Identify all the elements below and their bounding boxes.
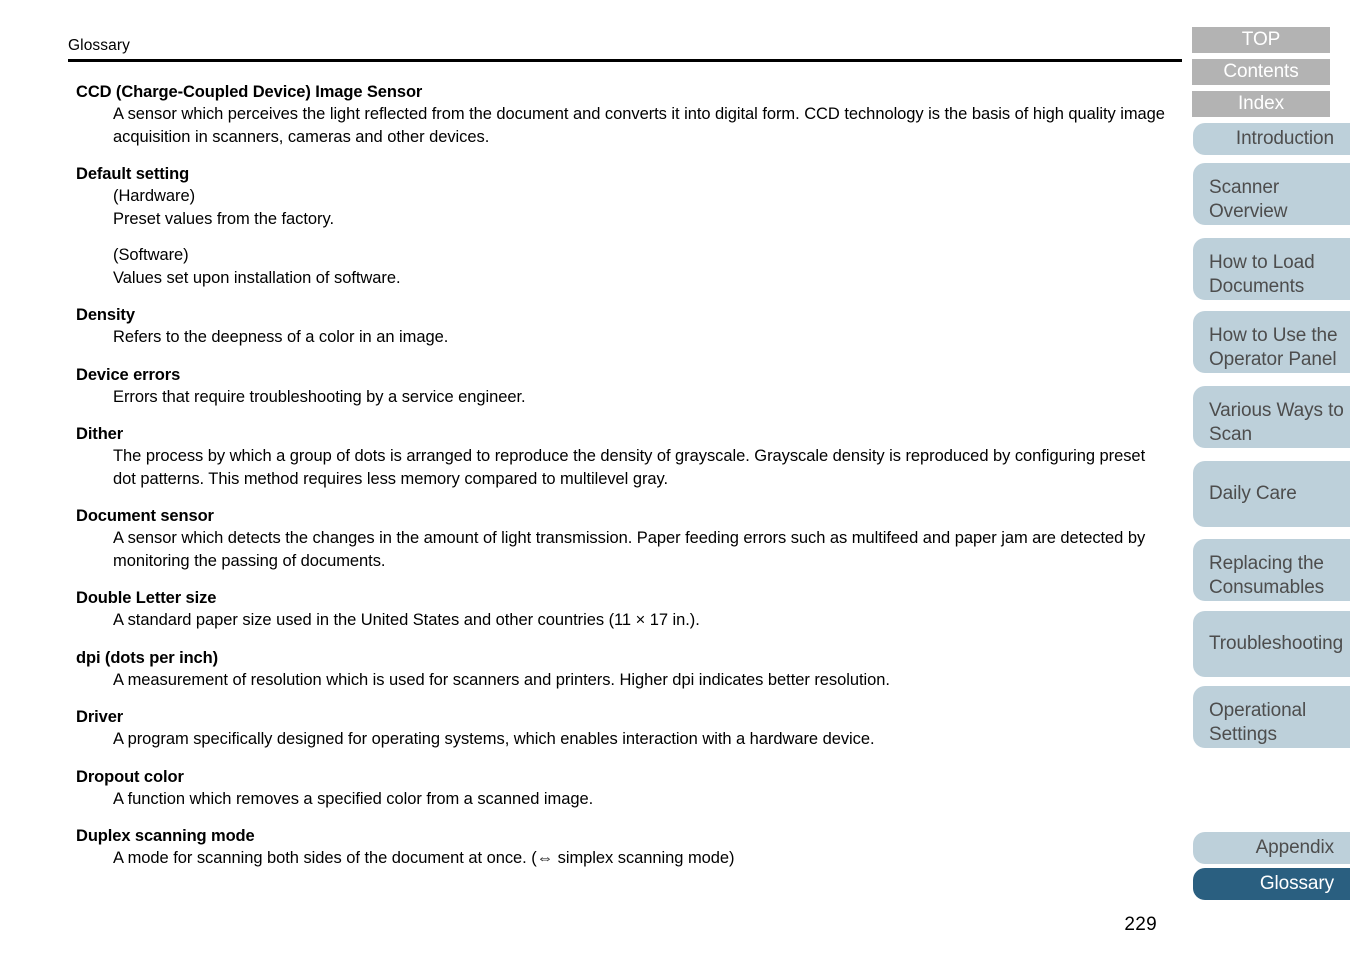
- glossary-definition: A sensor which detects the changes in th…: [113, 529, 1146, 570]
- glossary-entry: Device errors Errors that require trouble…: [76, 365, 1166, 409]
- glossary-definition-group: A program specifically designed for oper…: [76, 728, 1166, 751]
- glossary-term: Device errors: [76, 365, 181, 384]
- glossary-definition-group: A mode for scanning both sides of the do…: [76, 847, 1166, 870]
- sidebar-tab-label: Various Ways to Scan: [1209, 400, 1344, 445]
- sidebar-tab-various-ways-to-scan[interactable]: Various Ways to Scan: [1193, 386, 1350, 448]
- glossary-definition: (Software) Values set upon installation o…: [113, 246, 401, 287]
- glossary-definition-group: A function which removes a specified col…: [76, 788, 1166, 811]
- glossary-term: Default setting: [76, 165, 190, 183]
- sidebar-tab-how-to-load-documents[interactable]: How to Load Documents: [1193, 238, 1350, 300]
- document-page: Glossary CCD (Charge-Coupled Device) Ima…: [0, 0, 1185, 954]
- glossary-definition: The process by which a group of dots is …: [113, 447, 1146, 488]
- glossary-definition-group: (Hardware) Preset values from the factory…: [76, 185, 1166, 289]
- glossary-entry: Document sensor A sensor which detects th…: [76, 506, 1166, 572]
- sidebar-tab-label: Replacing the Consumables: [1209, 553, 1325, 598]
- sidebar-tab-label: Daily Care: [1209, 483, 1297, 504]
- page-number: 229: [1124, 914, 1157, 935]
- sidebar-tab-label: How to Load Documents: [1209, 252, 1315, 297]
- sidebar-tab-appendix[interactable]: Appendix: [1193, 832, 1350, 864]
- glossary-entry: Dither The process by which a group of do…: [76, 424, 1166, 490]
- sidebar-tab-top[interactable]: TOP: [1192, 27, 1330, 53]
- glossary-term: Document sensor: [76, 507, 214, 525]
- glossary-term: CCD (Charge-Coupled Device) Image Sensor: [76, 83, 423, 101]
- sidebar-tab-daily-care[interactable]: Daily Care: [1193, 461, 1350, 527]
- glossary-entry: Default setting (Hardware) Preset values f…: [76, 164, 1166, 289]
- sidebar-tab-troubleshooting[interactable]: Troubleshooting: [1193, 611, 1350, 677]
- glossary-definition: (Hardware) Preset values from the factory…: [113, 187, 334, 228]
- sidebar-tab-label: Glossary: [1259, 873, 1334, 894]
- glossary-definition-group: A standard paper size used in the United…: [76, 609, 1166, 632]
- header-divider: [68, 59, 1182, 62]
- glossary-definition-group: Refers to the deepness of a color in an …: [76, 326, 1166, 349]
- sidebar-tab-operational-settings[interactable]: Operational Settings: [1193, 686, 1350, 748]
- glossary-definition-group: A sensor which perceives the light refle…: [76, 103, 1166, 148]
- glossary-term: Density: [76, 306, 135, 324]
- sidebar-tab-scanner-overview[interactable]: Scanner Overview: [1193, 163, 1350, 225]
- glossary-definition-group: A sensor which detects the changes in th…: [76, 527, 1166, 572]
- sidebar-tab-glossary[interactable]: Glossary: [1193, 868, 1350, 900]
- glossary-definition-group: Errors that require troubleshooting by a…: [76, 386, 1166, 409]
- glossary-term: Dropout color: [76, 767, 184, 786]
- sidebar-tab-label: Introduction: [1235, 128, 1334, 149]
- glossary-definition: A sensor which perceives the light refle…: [113, 105, 1165, 146]
- glossary-term: Double Letter size: [76, 589, 217, 607]
- sidebar-tab-label: TOP: [1241, 29, 1281, 50]
- sidebar-tab-label: Operational Settings: [1209, 700, 1307, 745]
- glossary-definition: A standard paper size used in the United…: [113, 611, 700, 629]
- glossary-entry: Duplex scanning mode A mode for scanning …: [76, 826, 1166, 870]
- glossary-definition: Refers to the deepness of a color in an …: [113, 328, 449, 346]
- sidebar-tab-how-to-use-the-operator-panel[interactable]: How to Use the Operator Panel: [1193, 311, 1350, 373]
- glossary-term: Driver: [76, 708, 124, 726]
- sidebar-tab-introduction[interactable]: Introduction: [1193, 123, 1350, 155]
- glossary-entry: Density Refers to the deepness of a color…: [76, 305, 1166, 349]
- sidebar-tab-label: Scanner Overview: [1209, 177, 1288, 222]
- glossary-entry: Double Letter size A standard paper size …: [76, 588, 1166, 632]
- glossary-definition: A measurement of resolution which is use…: [113, 670, 890, 689]
- glossary-term: dpi (dots per inch): [76, 648, 219, 667]
- glossary-entry-list: CCD (Charge-Coupled Device) Image Sensor…: [76, 82, 1166, 870]
- sidebar-tab-replacing-the-consumables[interactable]: Replacing the Consumables: [1193, 539, 1350, 601]
- sidebar-tab-contents[interactable]: Contents: [1192, 59, 1330, 85]
- glossary-term: Dither: [76, 425, 124, 443]
- sidebar-tab-label: Index: [1238, 93, 1284, 114]
- page-title: Glossary: [68, 37, 130, 54]
- sidebar-tab-label: Appendix: [1255, 837, 1335, 858]
- glossary-definition: A program specifically designed for oper…: [113, 730, 875, 748]
- glossary-definition: A mode for scanning both sides of the do…: [113, 849, 735, 867]
- sidebar-navigation: TOP Contents Index Introduction Scanner Overv…: [1185, 0, 1350, 954]
- glossary-definition: Errors that require troubleshooting by a…: [113, 387, 526, 406]
- glossary-definition-group: A measurement of resolution which is use…: [76, 669, 1166, 692]
- glossary-entry: Driver A program specifically designed fo…: [76, 707, 1166, 751]
- sidebar-tab-label: How to Use the Operator Panel: [1209, 325, 1338, 370]
- glossary-definition: A function which removes a specified col…: [113, 789, 594, 808]
- glossary-term: Duplex scanning mode: [76, 827, 255, 845]
- glossary-entry: Dropout color A function which removes a …: [76, 767, 1166, 811]
- sidebar-tab-label: Troubleshooting: [1209, 633, 1344, 654]
- glossary-entry: dpi (dots per inch) A measurement of reso…: [76, 648, 1166, 692]
- sidebar-tab-index[interactable]: Index: [1192, 91, 1330, 117]
- sidebar-tab-label: Contents: [1223, 61, 1299, 82]
- glossary-definition-group: The process by which a group of dots is …: [76, 445, 1166, 490]
- glossary-entry: CCD (Charge-Coupled Device) Image Sensor…: [76, 82, 1166, 148]
- page-header: Glossary: [68, 36, 1182, 62]
